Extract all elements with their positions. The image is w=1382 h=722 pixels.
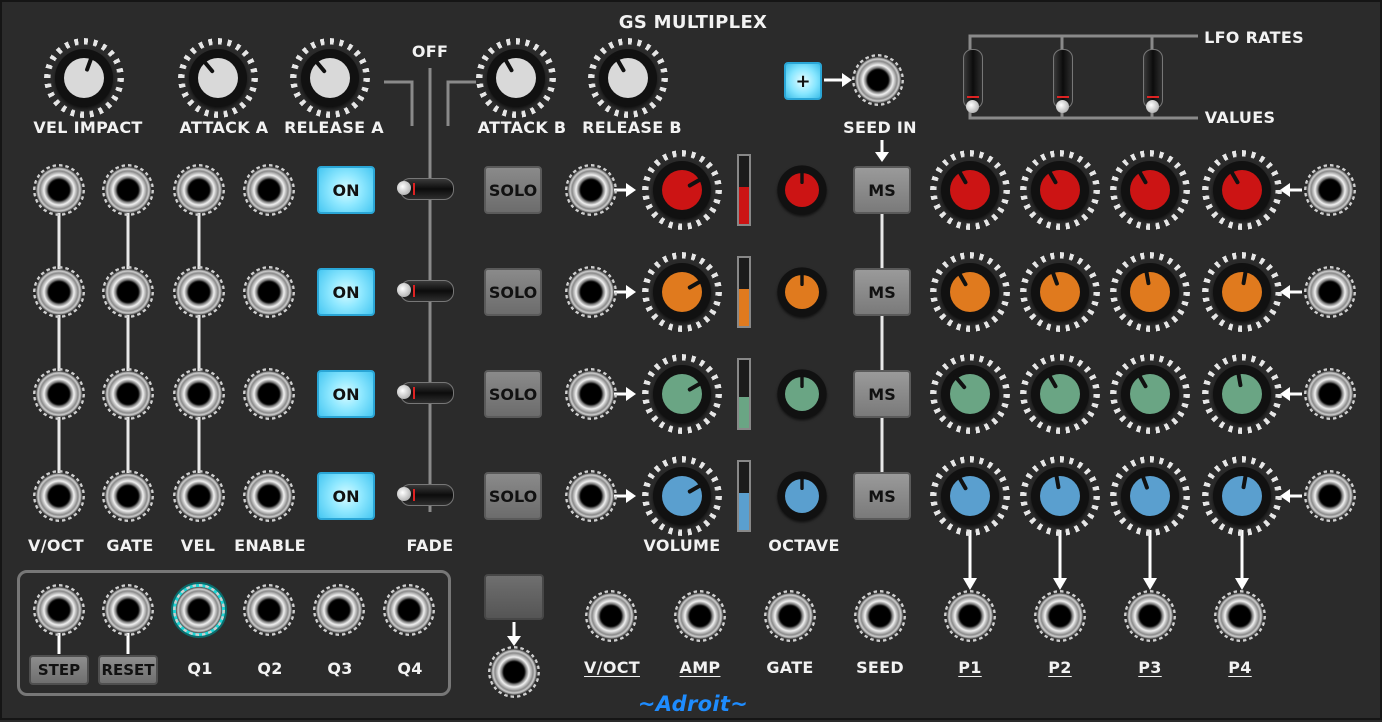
module-panel: GS MULTIPLEX VEL IMPACT ATTACK A RELEASE… [0,0,1382,720]
out-voct-jack[interactable] [588,593,634,639]
fade-switch-4[interactable] [397,484,454,506]
fade-switch-1[interactable] [397,178,454,200]
label-vel-in: VEL [180,536,216,555]
out-p1-jack[interactable] [947,593,993,639]
reset-button[interactable]: RESET [98,655,158,685]
voct-in-jack-3[interactable] [36,371,82,417]
voct-in-jack-1[interactable] [36,167,82,213]
out-p2-jack[interactable] [1037,593,1083,639]
volume-meter-4 [737,460,751,532]
label-out-seed: SEED [856,658,904,677]
lfo-switch-1[interactable] [963,49,983,113]
label-out-p4: P4 [1228,658,1252,677]
vel-in-jack-2[interactable] [176,269,222,315]
voct-in-jack-4[interactable] [36,473,82,519]
label-q1: Q1 [187,659,213,678]
reset-jack[interactable] [105,587,151,633]
label-lfo-values: VALUES [1204,108,1276,127]
gate-in-jack-2[interactable] [105,269,151,315]
q2-jack[interactable] [246,587,292,633]
seed-plus-button[interactable]: + [784,62,822,100]
gate-in-jack-4[interactable] [105,473,151,519]
step-jack[interactable] [36,587,82,633]
q3-jack[interactable] [316,587,362,633]
vel-in-jack-4[interactable] [176,473,222,519]
out-p3-jack[interactable] [1127,593,1173,639]
label-volume: VOLUME [643,536,721,555]
ms-button-3[interactable]: MS [853,370,911,418]
trigger-button[interactable] [484,574,544,620]
label-seed-in: SEED IN [843,118,917,137]
vel-in-jack-3[interactable] [176,371,222,417]
label-out-amp: AMP [679,658,721,677]
solo-button-4[interactable]: SOLO [484,472,542,520]
seed-jack[interactable] [855,57,901,103]
label-out-gate: GATE [766,658,814,677]
p-cv-jack-4[interactable] [1307,473,1353,519]
label-q4: Q4 [397,659,423,678]
ms-button-1[interactable]: MS [853,166,911,214]
enable-jack-4[interactable] [246,473,292,519]
gate-in-jack-3[interactable] [105,371,151,417]
enable-jack-1[interactable] [246,167,292,213]
label-lfo-rates: LFO RATES [1204,28,1304,47]
label-fade: FADE [406,536,454,555]
gate-in-jack-1[interactable] [105,167,151,213]
volume-meter-2 [737,256,751,328]
on-button-4[interactable]: ON [317,472,375,520]
label-out-p2: P2 [1048,658,1072,677]
label-gate-in: GATE [106,536,154,555]
label-release-b: RELEASE B [582,118,682,137]
p-cv-jack-1[interactable] [1307,167,1353,213]
fade-switch-2[interactable] [397,280,454,302]
lfo-switch-2[interactable] [1053,49,1073,113]
step-button[interactable]: STEP [29,655,89,685]
label-out-voct: V/OCT [584,658,640,677]
label-q3: Q3 [327,659,353,678]
label-enable: ENABLE [234,536,306,555]
p-cv-jack-2[interactable] [1307,269,1353,315]
volume-meter-1 [737,154,751,226]
brand-logo: ~Adroit~ [637,692,749,716]
label-q2: Q2 [257,659,283,678]
out-gate-jack[interactable] [767,593,813,639]
label-octave: OCTAVE [768,536,840,555]
fade-switch-3[interactable] [397,382,454,404]
volume-cv-jack-1[interactable] [568,167,614,213]
volume-cv-jack-4[interactable] [568,473,614,519]
label-attack-b: ATTACK B [477,118,567,137]
label-release-a: RELEASE A [284,118,384,137]
enable-jack-3[interactable] [246,371,292,417]
solo-button-3[interactable]: SOLO [484,370,542,418]
on-button-3[interactable]: ON [317,370,375,418]
volume-cv-jack-2[interactable] [568,269,614,315]
q4-jack[interactable] [386,587,432,633]
out-seed-jack[interactable] [857,593,903,639]
solo-button-2[interactable]: SOLO [484,268,542,316]
lfo-switch-3[interactable] [1143,49,1163,113]
label-out-p1: P1 [958,658,982,677]
volume-cv-jack-3[interactable] [568,371,614,417]
label-fade-off: OFF [411,42,449,61]
label-attack-a: ATTACK A [179,118,269,137]
vel-in-jack-1[interactable] [176,167,222,213]
ms-button-4[interactable]: MS [853,472,911,520]
trigger-jack[interactable] [491,649,537,695]
on-button-2[interactable]: ON [317,268,375,316]
voct-in-jack-2[interactable] [36,269,82,315]
q1-jack[interactable] [176,587,222,633]
out-p4-jack[interactable] [1217,593,1263,639]
module-title: GS MULTIPLEX [618,12,768,33]
on-button-1[interactable]: ON [317,166,375,214]
label-vel-impact: VEL IMPACT [33,118,143,137]
label-voct-in: V/OCT [28,536,84,555]
label-out-p3: P3 [1138,658,1162,677]
out-amp-jack[interactable] [677,593,723,639]
volume-meter-3 [737,358,751,430]
solo-button-1[interactable]: SOLO [484,166,542,214]
p-cv-jack-3[interactable] [1307,371,1353,417]
ms-button-2[interactable]: MS [853,268,911,316]
enable-jack-2[interactable] [246,269,292,315]
